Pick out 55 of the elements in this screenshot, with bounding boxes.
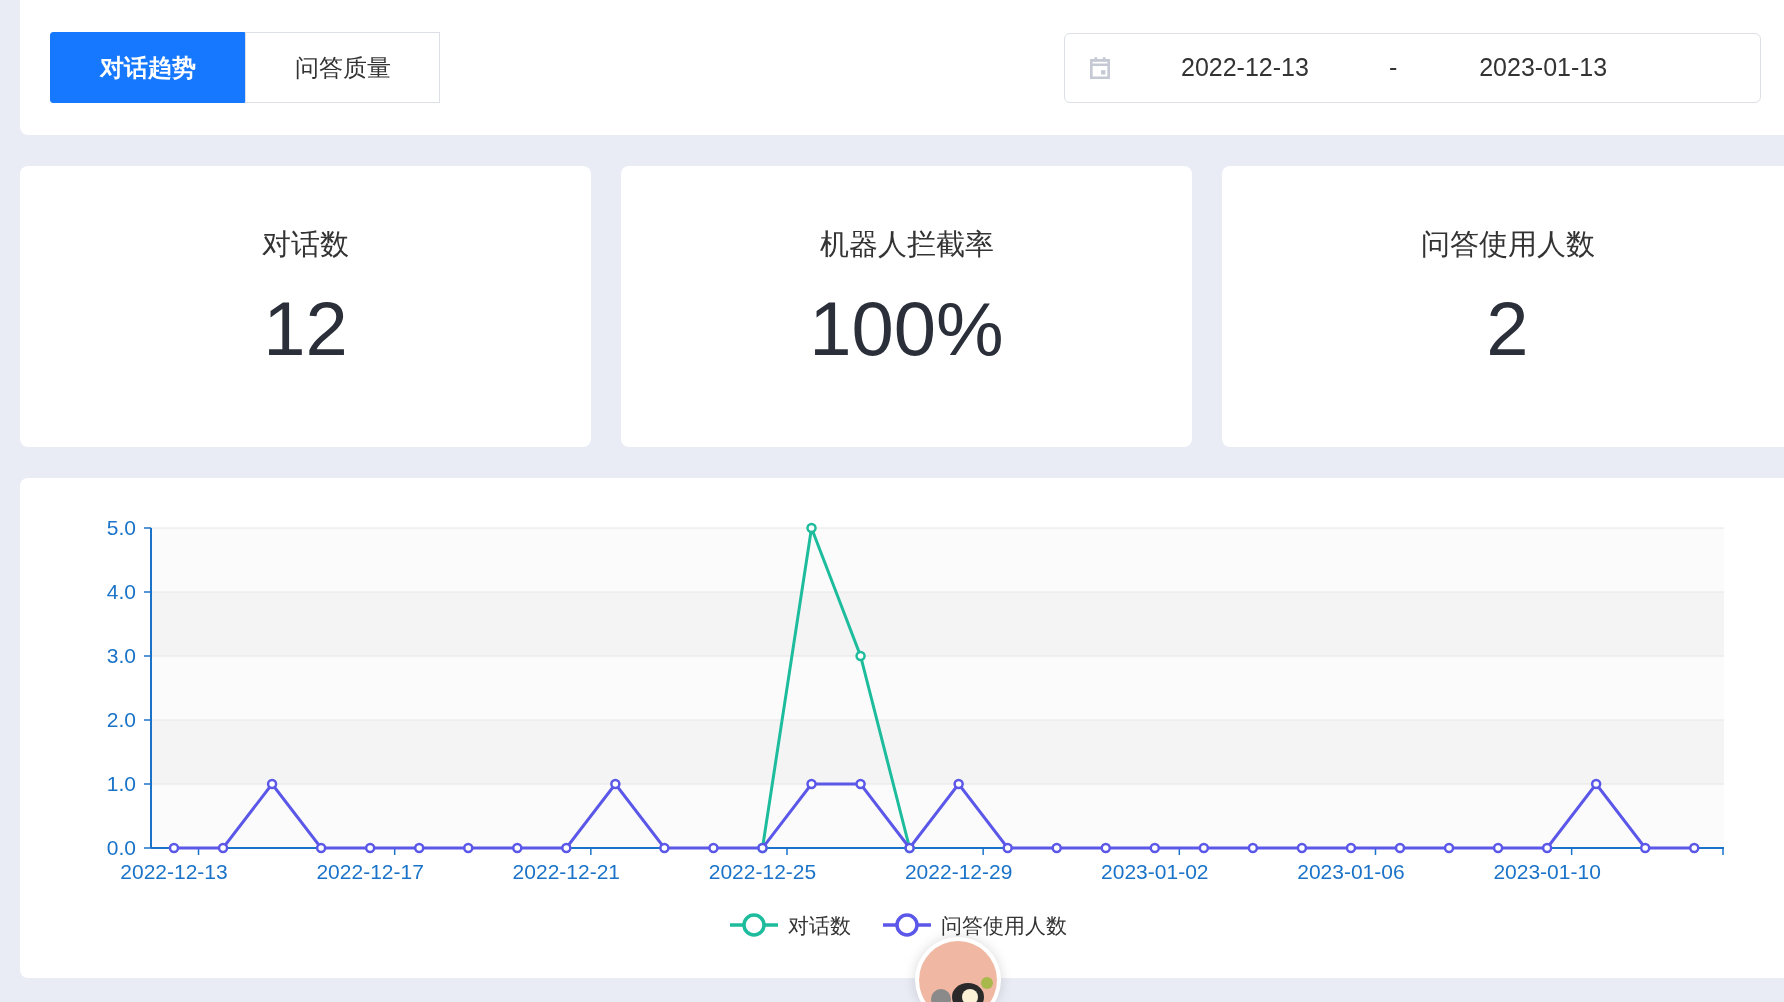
x-axis-label: 2022-12-21 <box>512 860 621 883</box>
data-point <box>1149 842 1161 854</box>
data-point <box>512 842 523 854</box>
data-point <box>1247 842 1259 854</box>
y-axis-label: 4.0 <box>106 580 136 603</box>
tab[interactable]: 问答质量 <box>245 32 440 103</box>
data-point <box>1689 842 1700 854</box>
range-separator: - <box>1388 53 1398 82</box>
stat-label: 问答使用人数 <box>1420 226 1595 263</box>
data-point <box>1443 842 1455 854</box>
x-axis-label: 2023-01-10 <box>1493 860 1601 883</box>
data-point <box>463 842 474 854</box>
y-axis-label: 5.0 <box>106 516 136 539</box>
data-point <box>806 522 817 534</box>
x-axis-label: 2022-12-25 <box>708 860 817 883</box>
data-point <box>1051 842 1062 854</box>
data-point <box>413 842 425 854</box>
y-axis-label: 2.0 <box>106 708 136 731</box>
data-point <box>708 842 719 854</box>
data-point <box>1296 842 1308 854</box>
legend-symbol[interactable] <box>883 913 931 937</box>
data-point <box>1198 842 1210 854</box>
stat-value: 12 <box>263 285 348 372</box>
data-point <box>1002 842 1013 854</box>
data-point <box>364 842 376 854</box>
data-point <box>168 842 180 854</box>
data-point <box>315 842 327 854</box>
data-point <box>561 842 572 854</box>
y-axis-label: 1.0 <box>106 772 136 795</box>
tab[interactable]: 对话趋势 <box>50 32 245 103</box>
stat-label: 机器人拦截率 <box>819 226 994 263</box>
data-point <box>1541 842 1553 854</box>
data-point <box>659 842 670 854</box>
stat-value: 2 <box>1486 285 1529 372</box>
y-axis-label: 3.0 <box>106 644 136 667</box>
data-point <box>217 842 229 854</box>
end-date[interactable]: 2023-01-13 <box>1479 53 1608 82</box>
calendar-icon <box>1087 54 1113 81</box>
stat-label: 对话数 <box>262 226 349 263</box>
data-point <box>1639 842 1651 854</box>
stat-value: 100% <box>809 285 1004 372</box>
data-point <box>1492 842 1504 854</box>
x-axis-label: 2023-01-06 <box>1297 860 1405 883</box>
data-point <box>1345 842 1357 854</box>
y-axis-label: 0.0 <box>106 836 136 859</box>
start-date[interactable]: 2022-12-13 <box>1181 53 1309 82</box>
data-point <box>1100 842 1111 854</box>
x-axis-label: 2022-12-17 <box>316 860 424 883</box>
legend-label[interactable]: 问答使用人数 <box>941 914 1067 938</box>
x-axis-label: 2022-12-13 <box>120 860 228 883</box>
x-axis-label: 2023-01-02 <box>1101 860 1209 883</box>
x-axis-label: 2022-12-29 <box>904 860 1013 883</box>
legend-label[interactable]: 对话数 <box>788 914 851 938</box>
data-point <box>1394 842 1406 854</box>
date-range-picker[interactable]: 2022-12-13 - 2023-01-13 <box>1064 32 1761 103</box>
